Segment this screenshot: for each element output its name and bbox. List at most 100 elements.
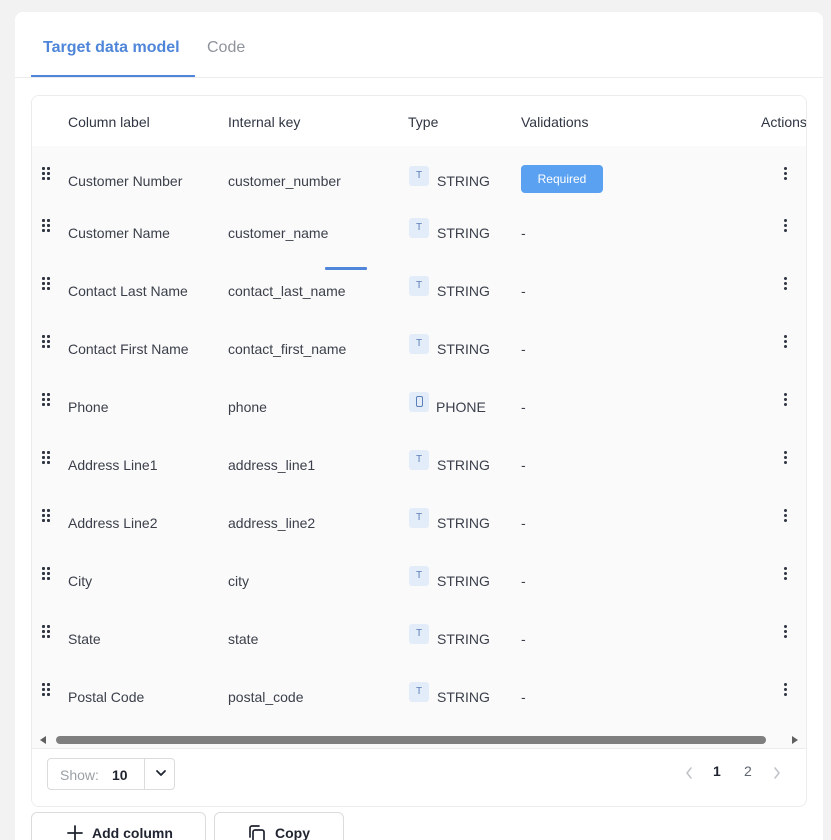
table-row[interactable]: Contact Last Name contact_last_name T STRIN… [32,262,806,320]
column-label-cell: Address Line1 [68,457,158,473]
copy-label: Copy [275,825,310,840]
copy-button[interactable]: Copy [214,812,344,840]
internal-key-cell: contact_last_name [228,283,346,299]
text-type-icon: T [409,566,429,586]
drag-handle-icon[interactable] [42,393,54,407]
drag-handle-icon[interactable] [42,167,54,181]
validations-cell: - [521,457,526,473]
text-type-icon: T [409,166,429,186]
more-actions-icon[interactable] [783,625,789,639]
drag-handle-icon[interactable] [42,219,54,233]
more-actions-icon[interactable] [783,393,789,407]
data-model-panel: Target data model Code Column label Inte… [15,12,823,840]
active-tab-indicator [31,75,195,77]
table-row[interactable]: Address Line1 address_line1 T STRING - [32,436,806,494]
phone-icon [409,392,429,412]
internal-key-cell: city [228,573,249,589]
type-cell: STRING [437,283,490,299]
more-actions-icon[interactable] [783,451,789,465]
more-actions-icon[interactable] [783,277,789,291]
select-divider [144,759,145,789]
column-label-cell: City [68,573,93,589]
validations-cell: - [521,225,526,241]
page-size-label: Show: [60,767,99,783]
table-header: Column label Internal key Type Validatio… [32,96,807,146]
column-label-cell: Postal Code [68,689,145,705]
text-cursor-indicator [325,267,367,270]
table-row[interactable]: Address Line2 address_line2 T STRING - [32,494,806,552]
scrollbar-thumb[interactable] [56,736,766,744]
drag-handle-icon[interactable] [42,335,54,349]
table-row[interactable]: State state T STRING - [32,610,806,668]
validations-cell: - [521,689,526,705]
table-row[interactable]: Phone phone PHONE - [32,378,806,436]
table-row[interactable]: Customer Number customer_number T STRING Req… [32,146,806,204]
drag-handle-icon[interactable] [42,277,54,291]
page-1-button[interactable]: 1 [713,763,721,779]
required-badge: Required [521,165,603,193]
column-label-cell: Contact Last Name [68,283,188,299]
add-column-label: Add column [92,825,173,840]
chevron-left-icon[interactable] [684,766,694,780]
table-row[interactable]: Customer Name customer_name T STRING - [32,204,806,262]
more-actions-icon[interactable] [783,335,789,349]
more-actions-icon[interactable] [783,567,789,581]
plus-icon [67,825,83,840]
add-column-button[interactable]: Add column [31,812,206,840]
more-actions-icon[interactable] [783,509,789,523]
internal-key-cell: address_line1 [228,457,316,473]
validations-cell: - [521,341,526,357]
type-cell: STRING [437,457,490,473]
header-internal-key: Internal key [228,114,301,130]
internal-key-cell: address_line2 [228,515,316,531]
scroll-left-icon[interactable] [40,736,46,744]
table-footer: Show: 10 1 2 [32,748,806,806]
column-label-cell: Customer Name [68,225,170,241]
column-label-cell: Contact First Name [68,341,189,357]
validations-cell: - [521,399,526,415]
table-row[interactable]: Postal Code postal_code T STRING - [32,668,806,726]
chevron-down-icon[interactable] [154,766,168,780]
page-2-button[interactable]: 2 [744,763,752,779]
header-validations: Validations [521,114,589,130]
copy-icon [249,825,265,840]
internal-key-cell: postal_code [228,689,304,705]
drag-handle-icon[interactable] [42,451,54,465]
column-label-cell: Phone [68,399,109,415]
validations-cell: - [521,515,526,531]
internal-key-cell: customer_name [228,225,329,241]
type-cell: STRING [437,341,490,357]
more-actions-icon[interactable] [783,219,789,233]
validations-cell: - [521,283,526,299]
chevron-right-icon[interactable] [772,766,782,780]
text-type-icon: T [409,276,429,296]
page-size-select[interactable]: Show: 10 [47,758,175,790]
horizontal-scrollbar[interactable] [32,733,806,747]
page-size-value: 10 [112,767,128,783]
header-column-label: Column label [68,114,150,130]
internal-key-cell: state [228,631,259,647]
column-label-cell: State [68,631,101,647]
internal-key-cell: phone [228,399,267,415]
header-actions: Actions [761,114,807,130]
internal-key-cell: contact_first_name [228,341,347,357]
text-type-icon: T [409,334,429,354]
table-row[interactable]: City city T STRING - [32,552,806,610]
text-type-icon: T [409,508,429,528]
drag-handle-icon[interactable] [42,683,54,697]
validations-cell: - [521,573,526,589]
text-type-icon: T [409,624,429,644]
text-type-icon: T [409,682,429,702]
type-cell: STRING [437,689,490,705]
drag-handle-icon[interactable] [42,625,54,639]
drag-handle-icon[interactable] [42,567,54,581]
tab-target-data-model[interactable]: Target data model [43,39,180,57]
more-actions-icon[interactable] [783,683,789,697]
table-row[interactable]: Contact First Name contact_first_name T STR… [32,320,806,378]
more-actions-icon[interactable] [783,167,789,181]
type-cell: PHONE [436,399,486,415]
drag-handle-icon[interactable] [42,509,54,523]
text-type-icon: T [409,450,429,470]
scroll-right-icon[interactable] [792,736,798,744]
tab-code[interactable]: Code [207,39,245,57]
